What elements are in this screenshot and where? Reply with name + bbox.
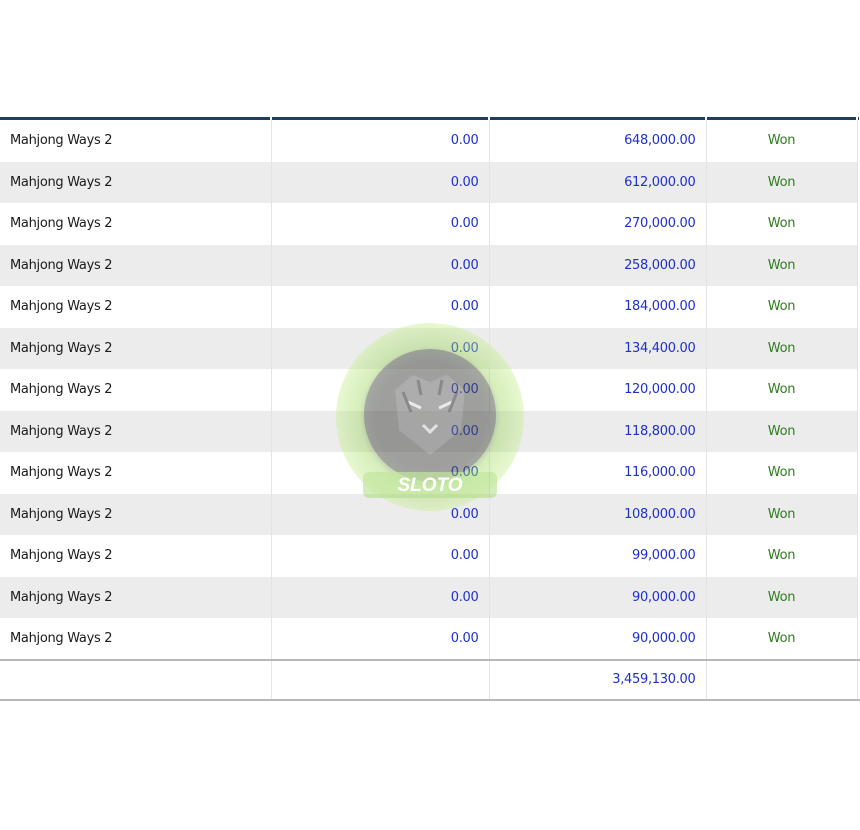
table-row[interactable]: Mahjong Ways 2 0.00 134,400.00 Won <box>0 327 860 369</box>
game-name-cell: Mahjong Ways 2 <box>0 535 272 577</box>
total-cell-game <box>0 658 272 701</box>
status-cell: Won <box>706 327 858 369</box>
status-cell: Won <box>706 452 858 494</box>
table-row[interactable]: Mahjong Ways 2 0.00 90,000.00 Won <box>0 618 860 660</box>
win-amount-cell: 184,000.00 <box>489 286 707 328</box>
bet-amount-cell: 0.00 <box>271 120 490 162</box>
status-cell: Won <box>706 535 858 577</box>
table-row[interactable]: Mahjong Ways 2 0.00 108,000.00 Won <box>0 493 860 535</box>
status-cell: Won <box>706 369 858 411</box>
win-amount-cell: 118,800.00 <box>489 410 707 452</box>
bet-amount-cell: 0.00 <box>271 576 490 618</box>
game-name-cell: Mahjong Ways 2 <box>0 203 272 245</box>
table-body: Mahjong Ways 2 0.00 648,000.00 Won Mahjong W… <box>0 120 860 660</box>
bet-amount-cell: 0.00 <box>271 369 490 411</box>
status-cell: Won <box>706 618 858 660</box>
game-name-cell: Mahjong Ways 2 <box>0 618 272 660</box>
win-amount-cell: 99,000.00 <box>489 535 707 577</box>
game-name-cell: Mahjong Ways 2 <box>0 576 272 618</box>
win-amount-cell: 90,000.00 <box>489 618 707 660</box>
game-name-cell: Mahjong Ways 2 <box>0 369 272 411</box>
status-cell: Won <box>706 244 858 286</box>
total-row: 3,459,130.00 <box>0 658 860 701</box>
bet-amount-cell: 0.00 <box>271 161 490 203</box>
game-name-cell: Mahjong Ways 2 <box>0 410 272 452</box>
status-cell: Won <box>706 576 858 618</box>
status-cell: Won <box>706 120 858 162</box>
bet-amount-cell: 0.00 <box>271 410 490 452</box>
table-row[interactable]: Mahjong Ways 2 0.00 258,000.00 Won <box>0 244 860 286</box>
bet-amount-cell: 0.00 <box>271 327 490 369</box>
win-amount-cell: 270,000.00 <box>489 203 707 245</box>
win-amount-cell: 120,000.00 <box>489 369 707 411</box>
game-name-cell: Mahjong Ways 2 <box>0 161 272 203</box>
table-row[interactable]: Mahjong Ways 2 0.00 612,000.00 Won <box>0 161 860 203</box>
table-row[interactable]: Mahjong Ways 2 0.00 99,000.00 Won <box>0 535 860 577</box>
win-amount-cell: 612,000.00 <box>489 161 707 203</box>
total-cell-bet <box>271 658 490 701</box>
table-row[interactable]: Mahjong Ways 2 0.00 118,800.00 Won <box>0 410 860 452</box>
win-amount-cell: 258,000.00 <box>489 244 707 286</box>
bet-history-table: Mahjong Ways 2 0.00 648,000.00 Won Mahjong W… <box>0 117 860 701</box>
total-win-value: 3,459,130.00 <box>489 658 707 701</box>
table-footer: 3,459,130.00 <box>0 658 860 701</box>
table-row[interactable]: Mahjong Ways 2 0.00 184,000.00 Won <box>0 286 860 328</box>
game-name-cell: Mahjong Ways 2 <box>0 286 272 328</box>
bet-amount-cell: 0.00 <box>271 244 490 286</box>
win-amount-cell: 134,400.00 <box>489 327 707 369</box>
win-amount-cell: 116,000.00 <box>489 452 707 494</box>
game-name-cell: Mahjong Ways 2 <box>0 120 272 162</box>
status-cell: Won <box>706 493 858 535</box>
bet-amount-cell: 0.00 <box>271 286 490 328</box>
status-cell: Won <box>706 286 858 328</box>
game-name-cell: Mahjong Ways 2 <box>0 452 272 494</box>
table-row[interactable]: Mahjong Ways 2 0.00 648,000.00 Won <box>0 120 860 162</box>
status-cell: Won <box>706 410 858 452</box>
win-amount-cell: 648,000.00 <box>489 120 707 162</box>
total-cell-status <box>706 658 858 701</box>
table-row[interactable]: Mahjong Ways 2 0.00 90,000.00 Won <box>0 576 860 618</box>
status-cell: Won <box>706 161 858 203</box>
bet-amount-cell: 0.00 <box>271 618 490 660</box>
status-cell: Won <box>706 203 858 245</box>
table-row[interactable]: Mahjong Ways 2 0.00 120,000.00 Won <box>0 369 860 411</box>
game-name-cell: Mahjong Ways 2 <box>0 493 272 535</box>
bet-amount-cell: 0.00 <box>271 535 490 577</box>
results-table-container: Mahjong Ways 2 0.00 648,000.00 Won Mahjong W… <box>0 117 860 701</box>
table-row[interactable]: Mahjong Ways 2 0.00 270,000.00 Won <box>0 203 860 245</box>
game-name-cell: Mahjong Ways 2 <box>0 244 272 286</box>
table-row[interactable]: Mahjong Ways 2 0.00 116,000.00 Won <box>0 452 860 494</box>
bet-amount-cell: 0.00 <box>271 452 490 494</box>
win-amount-cell: 108,000.00 <box>489 493 707 535</box>
bet-amount-cell: 0.00 <box>271 203 490 245</box>
game-name-cell: Mahjong Ways 2 <box>0 327 272 369</box>
win-amount-cell: 90,000.00 <box>489 576 707 618</box>
bet-amount-cell: 0.00 <box>271 493 490 535</box>
